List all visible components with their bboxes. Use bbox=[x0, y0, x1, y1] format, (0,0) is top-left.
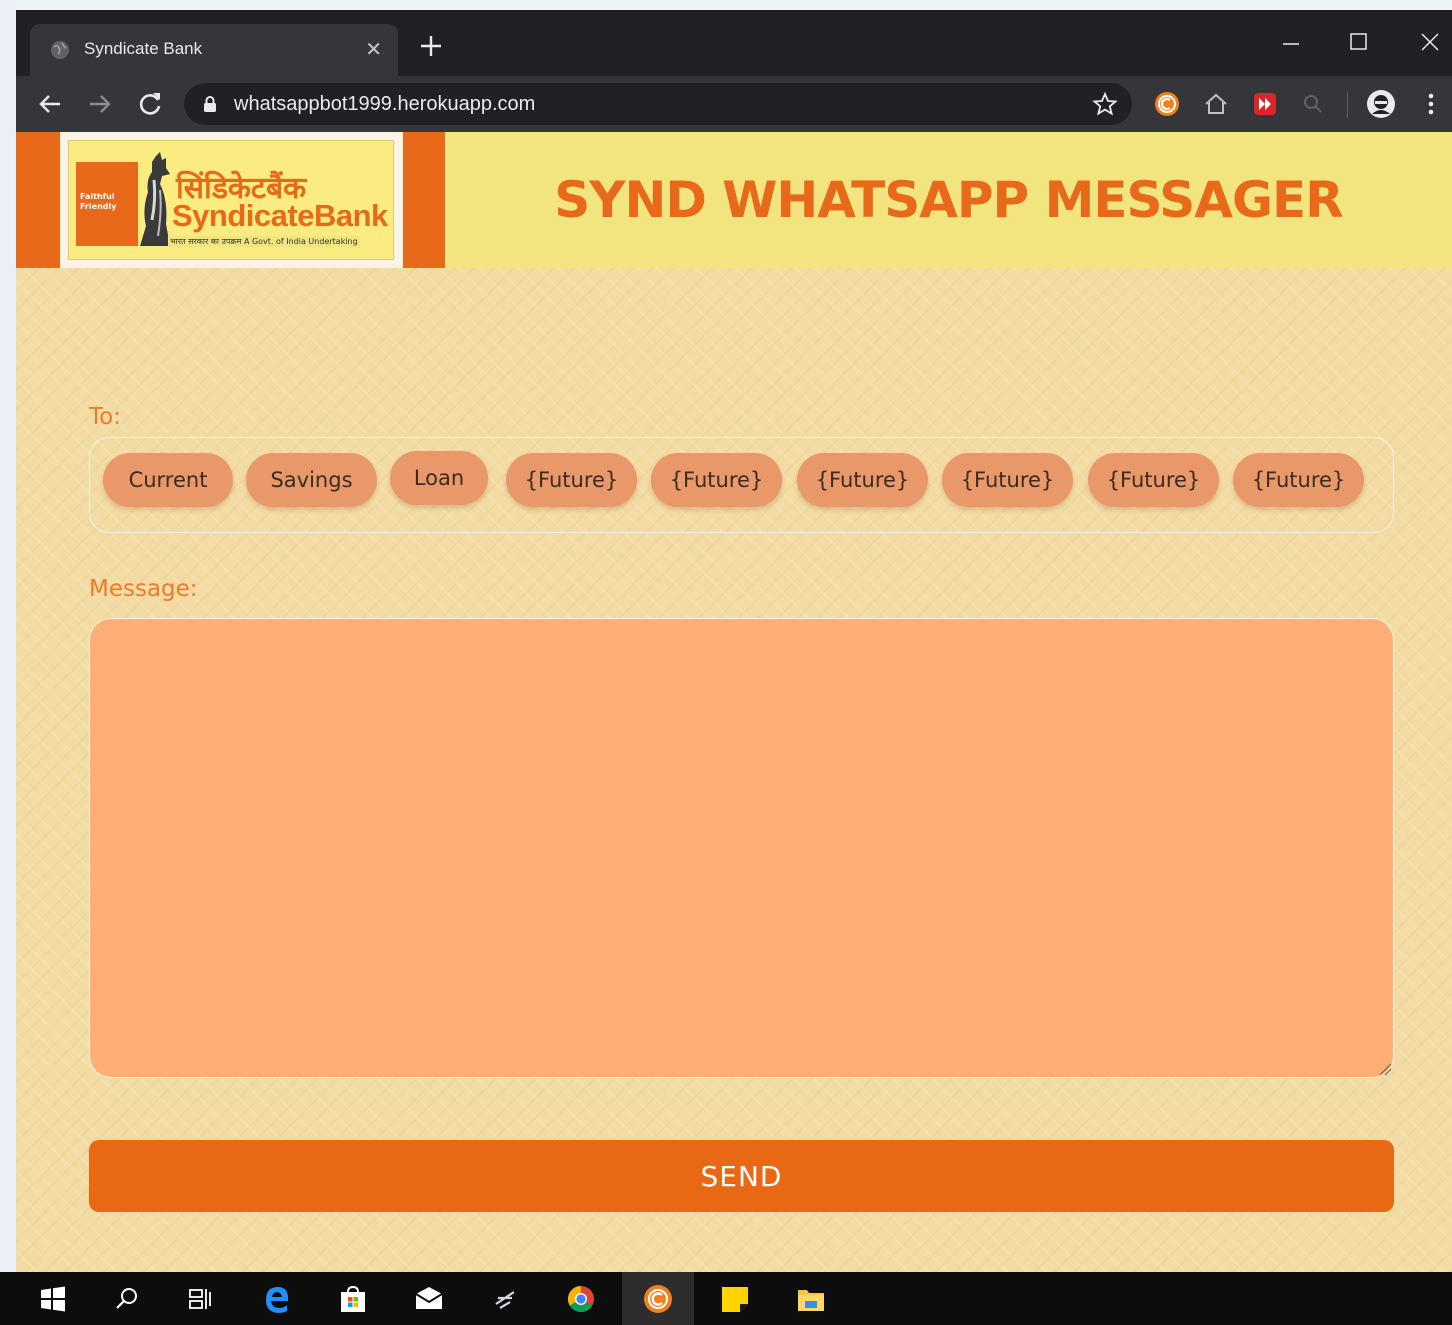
recipient-chip-future-6[interactable]: {Future} bbox=[1233, 453, 1364, 507]
logo-tagline: Faithful Friendly bbox=[80, 192, 117, 211]
windows-start-icon[interactable] bbox=[38, 1284, 68, 1314]
logo-undertaking-text: भारत सरकार का उपक्रम A Govt. of India Un… bbox=[168, 236, 360, 247]
toolbar-divider bbox=[1347, 92, 1348, 118]
message-textarea[interactable] bbox=[89, 618, 1394, 1078]
task-view-icon[interactable] bbox=[186, 1284, 216, 1314]
tab-title: Syndicate Bank bbox=[84, 39, 203, 58]
maximize-icon[interactable] bbox=[1339, 22, 1379, 62]
browser-tab[interactable]: Syndicate Bank ✕ bbox=[30, 24, 398, 76]
page-title: SYND WHATSAPP MESSAGER bbox=[554, 171, 1343, 229]
sticky-notes-icon[interactable] bbox=[720, 1284, 750, 1314]
address-bar[interactable]: whatsappbot1999.herokuapp.com bbox=[184, 83, 1132, 125]
browser-toolbar: whatsappbot1999.herokuapp.com bbox=[16, 76, 1452, 132]
send-button[interactable]: SEND bbox=[89, 1140, 1394, 1212]
browser-menu-icon[interactable] bbox=[1416, 89, 1446, 119]
profile-avatar-icon[interactable] bbox=[1366, 89, 1396, 119]
coccoc-extension-icon[interactable] bbox=[1152, 89, 1182, 119]
recipient-chip-current[interactable]: Current bbox=[103, 453, 233, 507]
media-extension-icon[interactable] bbox=[1250, 89, 1280, 119]
reload-icon[interactable] bbox=[134, 88, 166, 120]
mail-icon[interactable] bbox=[414, 1284, 444, 1314]
resize-handle-icon[interactable] bbox=[1378, 1062, 1392, 1076]
chrome-icon[interactable] bbox=[566, 1284, 596, 1314]
search-extension-icon[interactable] bbox=[1298, 89, 1328, 119]
file-explorer-icon[interactable] bbox=[796, 1284, 826, 1314]
recipient-chip-future-5[interactable]: {Future} bbox=[1088, 453, 1219, 507]
logo-container: Faithful Friendly सिंडिकेटबैंक Syndicate… bbox=[16, 132, 445, 268]
search-icon[interactable] bbox=[112, 1284, 142, 1314]
recipient-chips: Current Savings Loan {Future} {Future} {… bbox=[89, 437, 1394, 533]
windows-taskbar bbox=[0, 1272, 1452, 1325]
desktop-background bbox=[0, 0, 1452, 10]
minimize-icon[interactable] bbox=[1271, 22, 1311, 62]
recipient-chip-future-3[interactable]: {Future} bbox=[797, 453, 928, 507]
tab-close-icon[interactable]: ✕ bbox=[365, 37, 382, 61]
url-text: whatsappbot1999.herokuapp.com bbox=[234, 93, 536, 115]
page-header: Faithful Friendly सिंडिकेटबैंक Syndicate… bbox=[16, 132, 1452, 268]
close-window-icon[interactable] bbox=[1410, 22, 1450, 62]
bookmark-star-icon[interactable] bbox=[1092, 91, 1118, 117]
globe-icon bbox=[51, 41, 69, 59]
logo-english-name: SyndicateBank bbox=[172, 198, 388, 233]
recipient-chip-future-1[interactable]: {Future} bbox=[506, 453, 637, 507]
new-tab-icon[interactable] bbox=[418, 33, 444, 59]
to-label: To: bbox=[89, 404, 121, 430]
tab-bar: Syndicate Bank ✕ bbox=[16, 10, 1452, 76]
message-label: Message: bbox=[89, 576, 198, 602]
coccoc-icon[interactable] bbox=[643, 1284, 673, 1314]
recipient-chip-future-2[interactable]: {Future} bbox=[651, 453, 782, 507]
store-icon[interactable] bbox=[338, 1284, 368, 1314]
browser-window: Syndicate Bank ✕ whatsappbot1999.herokua… bbox=[16, 10, 1452, 1272]
lock-icon bbox=[204, 96, 216, 112]
page-content: Faithful Friendly सिंडिकेटबैंक Syndicate… bbox=[16, 132, 1452, 1272]
desktop-background-left bbox=[0, 0, 16, 1272]
recipient-chip-loan[interactable]: Loan bbox=[390, 451, 488, 505]
home-icon[interactable] bbox=[1201, 89, 1231, 119]
forward-icon[interactable] bbox=[84, 88, 116, 120]
recipient-chip-savings[interactable]: Savings bbox=[246, 453, 377, 507]
app-icon[interactable] bbox=[490, 1284, 520, 1314]
edge-icon[interactable] bbox=[262, 1284, 292, 1314]
back-icon[interactable] bbox=[34, 88, 66, 120]
recipient-chip-future-4[interactable]: {Future} bbox=[942, 453, 1073, 507]
